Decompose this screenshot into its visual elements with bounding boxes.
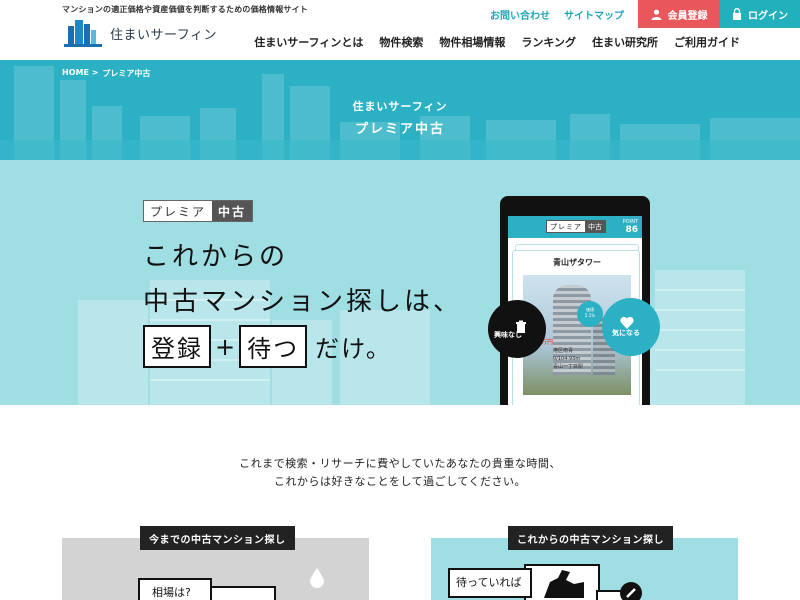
interested-label: 気になる — [612, 329, 640, 337]
page-title: プレミア中古 — [354, 122, 445, 137]
nav-item-guide[interactable]: ご利用ガイド — [674, 34, 740, 50]
property-address-line3: 青山一丁目駅 — [553, 364, 584, 370]
site-header: マンションの適正価格や資産価値を判断するための価格情報サイト 住まいサーフィン … — [0, 0, 800, 60]
sitemap-link[interactable]: サイトマップ — [564, 7, 624, 22]
hero-register-box: 登録 — [143, 325, 211, 368]
band-subtitle: 住まいサーフィン — [352, 100, 448, 113]
intro-text: これまで検索・リサーチに費やしていたあなたの貴重な時間、 これからは好きなことを… — [0, 455, 800, 491]
value-badge-value: 5.1% — [584, 313, 596, 318]
nav-item-market[interactable]: 物件相場情報 — [439, 34, 505, 50]
nav-item-about[interactable]: 住まいサーフィンとは — [254, 34, 363, 50]
hero-wait-box: 待つ — [239, 325, 308, 368]
hero-tail: だけ。 — [315, 335, 392, 363]
page-title-band: HOME > プレミア中古 住まいサーフィン プレミア中古 — [0, 60, 800, 160]
hero-heading-line3: 登録 + 待つ だけ。 — [143, 325, 392, 368]
property-name: 青山ザタワー — [553, 258, 601, 267]
hero-plus: + — [215, 332, 236, 361]
breadcrumb: HOME > プレミア中古 — [62, 68, 150, 79]
slash-mark-icon — [626, 588, 636, 598]
property-address-line2: 0/104.93m — [553, 356, 581, 362]
login-button[interactable]: ログイン — [720, 0, 800, 28]
comparison-new-label: これからの中古マンション探し — [508, 526, 673, 550]
nav-item-ranking[interactable]: ランキング — [521, 34, 576, 50]
premia-logo-part1: プレミア — [144, 201, 213, 221]
app-point-value: 86 — [625, 225, 638, 235]
breadcrumb-home-link[interactable]: HOME > — [62, 68, 98, 79]
value-badge-label: 価値 — [586, 307, 594, 312]
not-interested-button[interactable]: 興味なし — [488, 300, 546, 358]
speech-bubble-market: 相場は? — [138, 578, 212, 600]
site-logo-text: 住まいサーフィン — [110, 27, 217, 43]
breadcrumb-current: プレミア中古 — [102, 69, 151, 78]
user-icon — [651, 9, 661, 20]
app-point: POINT 86 — [623, 218, 638, 235]
nav-item-lab[interactable]: 住まい研究所 — [592, 34, 658, 50]
value-badge: 価値 5.1% — [577, 301, 603, 327]
not-interested-label: 興味なし — [494, 331, 522, 339]
premia-logo-part2: 中古 — [212, 201, 253, 221]
comparison-old-label: 今までの中古マンション探し — [140, 526, 295, 550]
login-label: ログイン — [748, 10, 788, 22]
site-logo[interactable]: 住まいサーフィン — [62, 18, 217, 48]
hero-heading-line2: 中古マンション探しは、 — [143, 287, 463, 317]
property-address-line1: 港区南青 — [553, 348, 574, 354]
lock-icon — [733, 8, 741, 20]
contact-link[interactable]: お問い合わせ — [490, 7, 550, 22]
global-nav: 住まいサーフィンとは 物件検索 物件相場情報 ランキング 住まい研究所 ご利用ガ… — [254, 34, 740, 50]
app-header: プレミア 中古 POINT 86 — [508, 216, 642, 238]
interested-button[interactable]: 気になる — [602, 298, 660, 356]
nav-item-search[interactable]: 物件検索 — [379, 34, 423, 50]
register-label: 会員登録 — [667, 10, 708, 22]
buildings-logo-icon — [64, 20, 102, 47]
app-logo: プレミア 中古 — [546, 220, 606, 233]
flexed-arm-icon — [544, 570, 584, 598]
app-logo-part1: プレミア — [547, 221, 585, 232]
slash-circle-icon — [620, 582, 642, 600]
register-button[interactable]: 会員登録 — [638, 0, 720, 28]
hero-heading-line1: これからの — [143, 242, 289, 272]
speech-bubble-waiting: 待っていれば — [448, 568, 532, 598]
property-address: 港区南青 0/104.93m 青山一丁目駅 — [553, 347, 583, 371]
intro-line2: これからは好きなことをして過ごしてください。 — [273, 475, 526, 488]
site-tagline: マンションの適正価格や資産価値を判断するための価格情報サイト — [62, 5, 308, 14]
intro-line1: これまで検索・リサーチに費やしていたあなたの貴重な時間、 — [239, 457, 561, 470]
app-logo-part2: 中古 — [585, 221, 605, 232]
top-links: お問い合わせ サイトマップ 会員登録 ログイン — [490, 0, 800, 28]
premia-logo: プレミア 中古 — [143, 200, 254, 222]
sweat-drop-icon — [310, 568, 324, 588]
hero-section: プレミア 中古 これからの 中古マンション探しは、 登録 + 待つ だけ。 プレ… — [0, 160, 800, 405]
